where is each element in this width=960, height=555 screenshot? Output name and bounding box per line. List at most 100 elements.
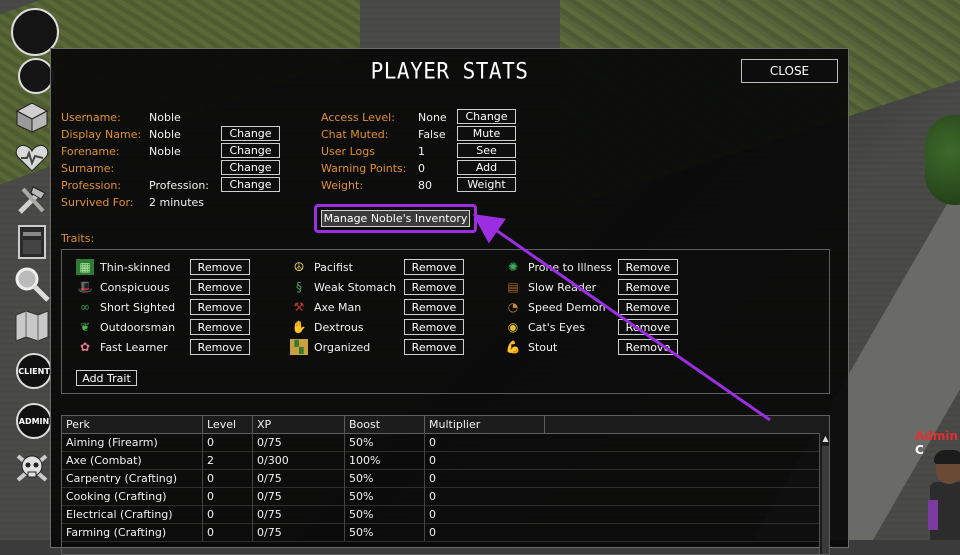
username-label: Username: (61, 111, 121, 124)
manage-inventory-button[interactable]: Manage Noble's Inventory (321, 210, 470, 227)
mute-button[interactable]: Mute (457, 126, 516, 141)
stomach-icon: § (296, 280, 302, 294)
display-name-label: Display Name: (61, 128, 142, 141)
remove-trait-button[interactable]: Remove (618, 339, 678, 355)
player-character[interactable] (928, 448, 960, 540)
remove-trait-button[interactable]: Remove (618, 319, 678, 335)
level-cell: 0 (203, 505, 253, 523)
column-header[interactable]: Perk (62, 416, 203, 433)
trait-item: ✿ Fast Learner (76, 338, 168, 356)
admin-icon[interactable]: ADMIN (16, 403, 52, 439)
table-row[interactable]: Farming (Crafting) 0 0/75 50% 0 (62, 523, 819, 542)
perk-cell: Carpentry (Crafting) (62, 469, 203, 487)
table-row[interactable]: Cooking (Crafting) 0 0/75 50% 0 (62, 487, 819, 506)
remove-trait-button[interactable]: Remove (618, 279, 678, 295)
table-row[interactable]: Carpentry (Crafting) 0 0/75 50% 0 (62, 469, 819, 488)
trait-item: ✋ Dextrous (290, 318, 364, 336)
scroll-up-icon[interactable]: ▲ (821, 435, 829, 443)
perk-table-scrollbar[interactable]: ▲ (819, 433, 829, 554)
scroll-thumb[interactable] (822, 446, 829, 554)
table-row[interactable]: Axe (Combat) 2 0/300 100% 0 (62, 451, 819, 470)
remove-trait-button[interactable]: Remove (404, 319, 464, 335)
client-icon[interactable]: CLIENT (16, 353, 52, 389)
remove-trait-button[interactable]: Remove (618, 259, 678, 275)
remove-trait-button[interactable]: Remove (190, 339, 250, 355)
panel-title: PLAYER STATS (370, 58, 529, 84)
access-level-label: Access Level: (321, 111, 395, 124)
remove-trait-button[interactable]: Remove (190, 279, 250, 295)
change-surname-button[interactable]: Change (221, 160, 280, 175)
remove-trait-button[interactable]: Remove (404, 279, 464, 295)
column-header[interactable]: Level (203, 416, 253, 433)
character-hair (934, 450, 960, 464)
trait-name: Fast Learner (100, 340, 168, 354)
xp-cell: 0/75 (253, 505, 345, 523)
add-warning-button[interactable]: Add (457, 160, 516, 175)
trait-item: ▤ Slow Reader (504, 278, 596, 296)
inventory-box-icon[interactable] (12, 96, 52, 136)
table-row[interactable]: Electrical (Crafting) 0 0/75 50% 0 (62, 505, 819, 524)
table-row[interactable]: Aiming (Firearm) 0 0/75 50% 0 (62, 433, 819, 452)
profession-value: Profession: (149, 179, 210, 192)
perk-cell: Cooking (Crafting) (62, 487, 203, 505)
profession-label: Profession: (61, 179, 122, 192)
multiplier-cell: 0 (429, 489, 436, 503)
search-icon[interactable] (12, 264, 52, 304)
perk-cell: Aiming (Firearm) (62, 433, 203, 451)
chat-muted-label: Chat Muted: (321, 128, 389, 141)
add-trait-button[interactable]: Add Trait (76, 370, 137, 386)
trait-name: Weak Stomach (314, 280, 397, 294)
traits-label: Traits: (61, 232, 95, 245)
trait-name: Stout (528, 340, 558, 354)
access-level-value: None (418, 111, 447, 124)
xp-cell: 0/75 (253, 469, 345, 487)
remove-trait-button[interactable]: Remove (404, 339, 464, 355)
trait-item: § Weak Stomach (290, 278, 396, 296)
map-icon[interactable] (12, 306, 52, 346)
furniture-icon[interactable] (12, 222, 52, 262)
remove-trait-button[interactable]: Remove (404, 299, 464, 315)
see-logs-button[interactable]: See (457, 143, 516, 158)
perk-table-header: Perk Level XP Boost Multiplier (62, 416, 829, 434)
level-cell: 0 (203, 487, 253, 505)
change-display-name-button[interactable]: Change (221, 126, 280, 141)
xp-cell: 0/75 (253, 487, 345, 505)
weight-button[interactable]: Weight (457, 177, 516, 192)
remove-trait-button[interactable]: Remove (190, 299, 250, 315)
remove-trait-button[interactable]: Remove (404, 259, 464, 275)
trait-item: ☮ Pacifist (290, 258, 353, 276)
trait-item: ✺ Prone to Illness (504, 258, 612, 276)
remove-trait-button[interactable]: Remove (190, 259, 250, 275)
close-button[interactable]: CLOSE (741, 59, 838, 83)
health-icon[interactable] (12, 138, 52, 178)
change-profession-button[interactable]: Change (221, 177, 280, 192)
trait-name: Conspicuous (100, 280, 170, 294)
trait-item: ◔ Speed Demon (504, 298, 606, 316)
trait-name: Thin-skinned (100, 260, 171, 274)
remove-trait-button[interactable]: Remove (618, 299, 678, 315)
trait-item: ▦ Thin-skinned (76, 258, 171, 276)
remove-trait-button[interactable]: Remove (190, 319, 250, 335)
traits-box: ▦ Thin-skinned Remove 🎩 Conspicuous Remove… (61, 249, 830, 394)
bush (925, 115, 960, 205)
column-header[interactable]: Boost (345, 416, 425, 433)
user-logs-value: 1 (418, 145, 425, 158)
trait-name: Axe Man (314, 300, 362, 314)
trait-name: Slow Reader (528, 280, 597, 294)
boost-cell: 100% (345, 451, 425, 469)
column-header[interactable]: Multiplier (425, 416, 545, 433)
xp-cell: 0/75 (253, 523, 345, 541)
multiplier-cell: 0 (429, 471, 436, 485)
surname-label: Surname: (61, 162, 115, 175)
skull-icon[interactable] (12, 448, 52, 488)
glasses-icon: ∞ (80, 300, 90, 314)
column-header[interactable]: XP (253, 416, 345, 433)
trait-item: ❦ Outdoorsman (76, 318, 175, 336)
illness-icon: ✺ (507, 260, 519, 274)
change-forename-button[interactable]: Change (221, 143, 280, 158)
weight-value: 80 (418, 179, 432, 192)
eyes-icon: ◉ (507, 320, 519, 334)
change-access-level-button[interactable]: Change (457, 109, 516, 124)
secondary-slot-button[interactable] (18, 58, 54, 94)
crafting-icon[interactable] (12, 180, 52, 220)
